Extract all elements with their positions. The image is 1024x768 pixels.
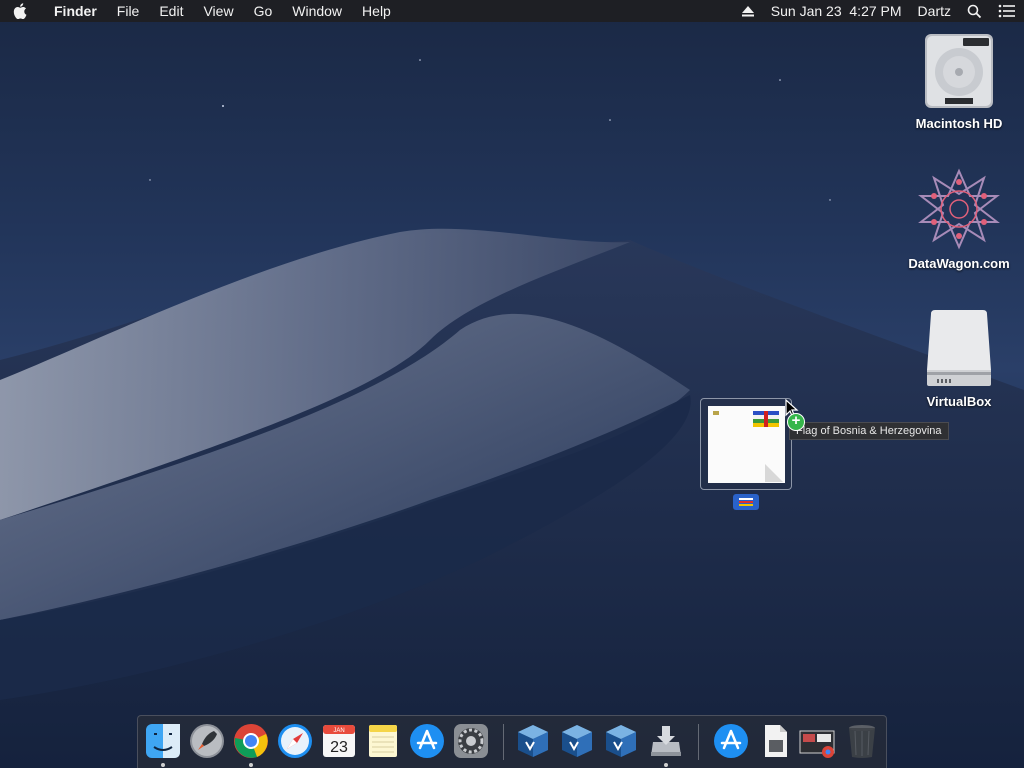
- dock-app-store-downloads[interactable]: [712, 722, 750, 760]
- dragged-file-preview[interactable]: [700, 398, 792, 490]
- menu-file[interactable]: File: [107, 0, 150, 22]
- dock-safari[interactable]: [276, 722, 314, 760]
- plus-copy-icon: +: [787, 413, 805, 431]
- desktop-icon-macintosh-hd[interactable]: Macintosh HD: [899, 32, 1019, 131]
- menu-view[interactable]: View: [193, 0, 243, 22]
- installer-icon: [651, 726, 681, 756]
- finder-icon: [146, 724, 180, 758]
- file-name-badge-icon: [733, 494, 759, 510]
- virtualbox-icon: [606, 725, 636, 757]
- running-indicator: [664, 763, 668, 767]
- calendar-icon: JAN 23: [323, 725, 355, 757]
- dock-virtualbox-3[interactable]: [602, 722, 640, 760]
- trash-icon: [849, 725, 875, 758]
- dock-trash[interactable]: [843, 722, 881, 760]
- dock-installer[interactable]: [647, 722, 685, 760]
- desktop-wallpaper: [0, 0, 1024, 768]
- screenshot-icon: [799, 730, 835, 758]
- desktop-icon-virtualbox[interactable]: VirtualBox: [899, 308, 1019, 409]
- dock-separator: [698, 724, 699, 760]
- safari-icon: [278, 724, 312, 758]
- dock-launchpad[interactable]: [188, 722, 226, 760]
- external-drive-icon: [927, 310, 991, 386]
- notes-icon: [369, 725, 397, 757]
- flag-thumbnail-icon: [753, 411, 779, 427]
- tiny-flag-icon: [713, 411, 719, 415]
- document-icon: [765, 725, 787, 757]
- app-store-icon: [410, 724, 444, 758]
- dock-document-stack[interactable]: [756, 722, 794, 760]
- chrome-icon: [234, 724, 268, 758]
- datawagon-logo-icon: [918, 168, 1000, 250]
- apple-menu-icon[interactable]: [0, 0, 40, 22]
- menu-go[interactable]: Go: [244, 0, 283, 22]
- spotlight-search-icon[interactable]: [959, 0, 990, 22]
- virtualbox-icon: [518, 725, 548, 757]
- drag-tooltip: Flag of Bosnia & Herzegovina: [789, 422, 949, 440]
- dock-finder[interactable]: [144, 722, 182, 760]
- dock-app-store[interactable]: [408, 722, 446, 760]
- menubar-user[interactable]: Dartz: [910, 0, 959, 22]
- eject-icon[interactable]: [733, 0, 763, 22]
- menu-window[interactable]: Window: [282, 0, 352, 22]
- running-indicator: [249, 763, 253, 767]
- desktop-icon-label: VirtualBox: [926, 394, 992, 409]
- dock-calendar[interactable]: JAN 23: [320, 722, 358, 760]
- dock-virtualbox-1[interactable]: [514, 722, 552, 760]
- menu-edit[interactable]: Edit: [149, 0, 193, 22]
- notification-center-icon[interactable]: [990, 0, 1024, 22]
- dock-system-preferences[interactable]: [452, 722, 490, 760]
- hard-drive-icon: [925, 34, 993, 108]
- gear-icon: [454, 724, 488, 758]
- dock-chrome[interactable]: [232, 722, 270, 760]
- menubar-clock[interactable]: Sun Jan 23 4:27 PM: [763, 0, 910, 22]
- dock: JAN 23: [137, 715, 887, 768]
- desktop-icon-label: Macintosh HD: [915, 116, 1003, 131]
- menu-help[interactable]: Help: [352, 0, 401, 22]
- dune-landscape: [0, 59, 1024, 768]
- menu-bar: Finder File Edit View Go Window Help Sun…: [0, 0, 1024, 22]
- dock-separator: [503, 724, 504, 760]
- dock-virtualbox-2[interactable]: [558, 722, 596, 760]
- calendar-day: 23: [330, 739, 348, 756]
- launchpad-icon: [190, 724, 224, 758]
- running-indicator: [161, 763, 165, 767]
- dock-notes[interactable]: [364, 722, 402, 760]
- desktop-icon-datawagon[interactable]: DataWagon.com: [899, 168, 1019, 271]
- desktop-icon-label: DataWagon.com: [908, 256, 1010, 271]
- calendar-month: JAN: [333, 728, 344, 734]
- virtualbox-icon: [562, 725, 592, 757]
- menu-app-finder[interactable]: Finder: [40, 0, 107, 22]
- page-fold: [765, 464, 783, 482]
- dock-screenshot-stack[interactable]: [798, 722, 836, 760]
- app-store-icon: [714, 724, 748, 758]
